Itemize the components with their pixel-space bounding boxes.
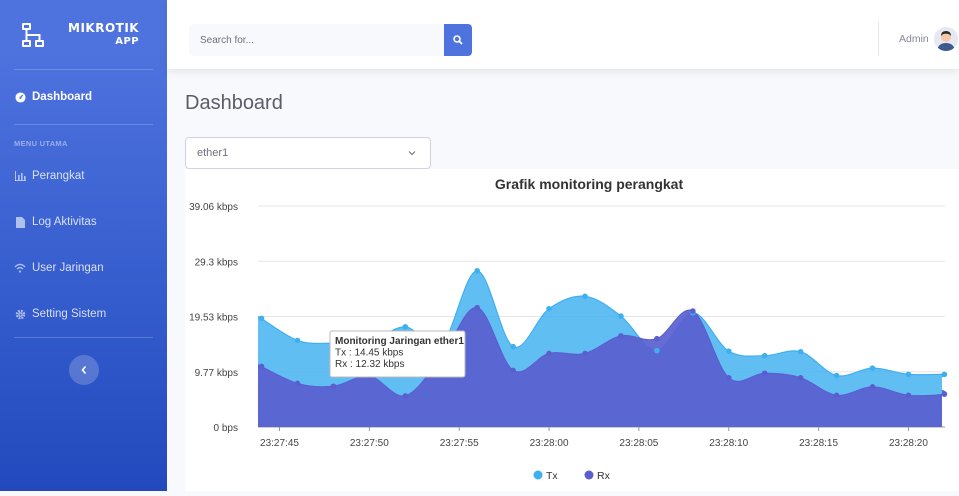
search-icon <box>453 35 463 45</box>
x-tick-label: 23:28:15 <box>799 438 838 449</box>
x-tick-label: 23:28:20 <box>889 438 928 449</box>
data-point-rx[interactable] <box>833 392 840 399</box>
data-point-tx[interactable] <box>905 371 912 378</box>
legend-marker-tx[interactable] <box>533 470 543 480</box>
dashboard-icon <box>14 91 26 103</box>
file-icon <box>14 216 26 228</box>
search-input[interactable] <box>189 24 444 56</box>
topbar-divider <box>878 22 879 56</box>
search-button[interactable] <box>444 24 472 56</box>
legend-marker-rx[interactable] <box>584 470 594 480</box>
user-name: Admin <box>899 33 929 45</box>
data-point-rx[interactable] <box>690 308 696 314</box>
sidebar-item-perangkat[interactable]: Perangkat <box>0 153 167 199</box>
x-tick-label: 23:27:45 <box>260 438 299 449</box>
sidebar-toggle-button[interactable] <box>68 355 99 385</box>
sitemap-icon <box>22 22 44 47</box>
brand-line2: APP <box>115 35 140 47</box>
brand-line1: MIKROTIK <box>68 20 140 35</box>
data-point-rx[interactable] <box>725 374 732 381</box>
page-title: Dashboard <box>185 92 283 114</box>
data-point-rx[interactable] <box>618 333 624 339</box>
data-point-tx[interactable] <box>797 348 804 355</box>
x-tick-label: 23:27:55 <box>440 438 479 449</box>
brand[interactable]: MIKROTIK APP <box>0 0 167 69</box>
data-point-rx[interactable] <box>941 391 948 397</box>
data-point-tx[interactable] <box>402 324 409 330</box>
tooltip-tx: Tx : 14.45 kbps <box>335 348 403 359</box>
data-point-rx[interactable] <box>582 350 588 357</box>
x-tick-label: 23:28:10 <box>709 438 748 449</box>
y-tick-label: 0 bps <box>214 423 238 434</box>
data-point-rx[interactable] <box>330 383 337 390</box>
avatar <box>933 27 958 51</box>
data-point-rx[interactable] <box>474 304 480 311</box>
chevron-down-icon <box>408 151 416 156</box>
x-tick-label: 23:28:00 <box>530 438 569 449</box>
sidebar-item-setting-sistem[interactable]: Setting Sistem <box>0 291 167 337</box>
data-point-rx[interactable] <box>402 393 409 399</box>
gear-icon <box>14 308 26 320</box>
sidebar-item-label: Setting Sistem <box>32 308 107 320</box>
data-point-tx[interactable] <box>258 315 265 322</box>
wifi-icon <box>14 262 26 274</box>
search-bar <box>189 24 472 56</box>
data-point-tx[interactable] <box>869 365 876 371</box>
data-point-rx[interactable] <box>654 335 660 342</box>
interface-select-value: ether1 <box>197 147 229 159</box>
sidebar-item-user-jaringan[interactable]: User Jaringan <box>0 245 167 291</box>
data-point-tx[interactable] <box>725 348 732 354</box>
sidebar-item-label: User Jaringan <box>32 262 104 274</box>
data-point-rx[interactable] <box>546 350 552 357</box>
data-point-tx[interactable] <box>618 313 624 319</box>
data-point-tx[interactable] <box>761 352 768 359</box>
sidebar: MIKROTIK APP Dashboard MENU UTAMA Perang… <box>0 0 167 491</box>
tooltip-rx: Rx : 12.32 kbps <box>335 359 404 370</box>
user-avatar-icon <box>933 27 958 51</box>
data-point-tx[interactable] <box>546 305 552 312</box>
chart-card: Grafik monitoring perangkat 0 bps 9.77 kb… <box>185 169 959 491</box>
data-point-rx[interactable] <box>294 380 301 387</box>
chart-title: Grafik monitoring perangkat <box>495 176 684 192</box>
tooltip-title: Monitoring Jaringan ether1 <box>335 336 464 347</box>
y-tick-label: 39.06 kbps <box>189 202 238 213</box>
data-point-rx[interactable] <box>761 370 768 377</box>
data-point-tx[interactable] <box>582 293 588 300</box>
monitoring-chart: Grafik monitoring perangkat 0 bps 9.77 kb… <box>189 176 948 482</box>
data-point-tx[interactable] <box>941 371 948 378</box>
data-point-rx[interactable] <box>797 374 804 381</box>
data-point-tx[interactable] <box>510 343 516 350</box>
sidebar-divider <box>14 337 153 338</box>
y-tick-label: 29.3 kbps <box>195 257 238 268</box>
interface-select[interactable]: ether1 <box>185 137 431 169</box>
data-point-tx[interactable] <box>294 337 301 344</box>
y-tick-label: 9.77 kbps <box>195 368 238 379</box>
brand-text: MIKROTIK APP <box>68 21 139 49</box>
data-point-rx[interactable] <box>510 367 516 374</box>
user-menu[interactable]: Admin <box>899 27 958 51</box>
sidebar-item-label: Dashboard <box>32 91 93 103</box>
data-point-tx[interactable] <box>654 347 660 354</box>
x-tick-label: 23:27:50 <box>350 438 389 449</box>
x-tick-label: 23:28:05 <box>619 438 658 449</box>
sidebar-item-dashboard[interactable]: Dashboard <box>0 70 167 124</box>
sidebar-item-log-aktivitas[interactable]: Log Aktivitas <box>0 199 167 245</box>
chevron-left-icon <box>80 365 86 375</box>
y-tick-label: 19.53 kbps <box>189 313 238 324</box>
data-point-tx[interactable] <box>474 268 480 274</box>
data-point-rx[interactable] <box>258 363 265 370</box>
sidebar-item-label: Log Aktivitas <box>32 216 97 228</box>
legend-label-rx[interactable]: Rx <box>597 470 611 482</box>
topbar: Admin <box>167 0 959 69</box>
sidebar-item-label: Perangkat <box>32 170 85 182</box>
legend-label-tx[interactable]: Tx <box>546 470 558 482</box>
data-point-rx[interactable] <box>905 392 912 399</box>
chart-icon <box>14 170 26 182</box>
data-point-rx[interactable] <box>869 384 876 390</box>
data-point-tx[interactable] <box>833 372 840 379</box>
